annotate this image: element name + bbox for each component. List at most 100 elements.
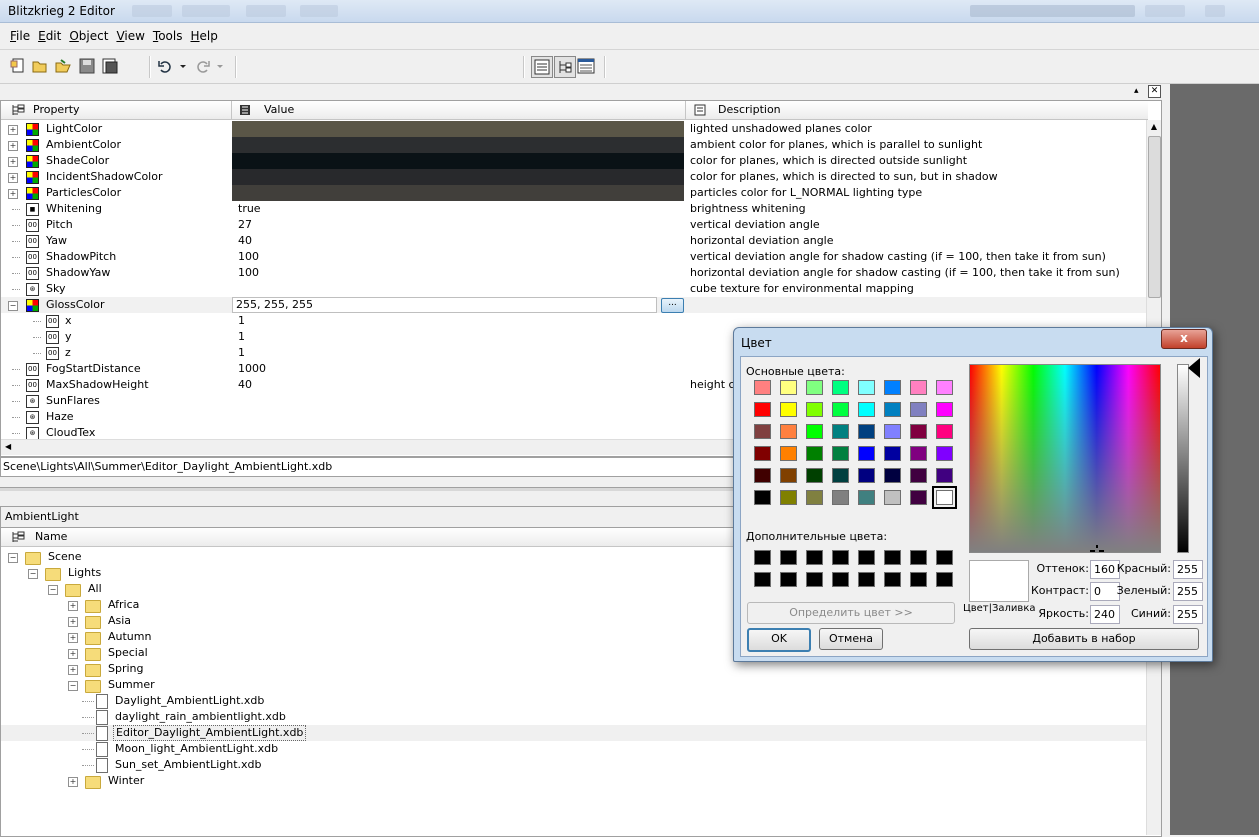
property-value[interactable]: 1 [238, 329, 245, 345]
property-row[interactable]: 00 ShadowPitch 100 vertical deviation angle… [1, 249, 1146, 265]
property-value[interactable]: true [238, 201, 261, 217]
color-value-swatch[interactable] [232, 169, 684, 185]
red-input[interactable]: 255 [1173, 560, 1203, 579]
basic-color-swatch[interactable] [910, 402, 927, 417]
basic-color-swatch[interactable] [832, 402, 849, 417]
basic-color-swatch[interactable] [884, 424, 901, 439]
tree-file-item[interactable]: Sun_set_AmbientLight.xdb [1, 757, 1146, 773]
menu-item-1[interactable]: Edit [34, 23, 65, 50]
color-value-swatch[interactable] [232, 153, 684, 169]
basic-color-swatch[interactable] [780, 424, 797, 439]
expand-icon[interactable]: + [8, 189, 18, 199]
custom-color-swatch[interactable] [858, 572, 875, 587]
property-value[interactable]: 27 [238, 217, 252, 233]
basic-color-swatch[interactable] [806, 490, 823, 505]
basic-color-swatch[interactable] [858, 468, 875, 483]
property-value[interactable]: 1 [238, 313, 245, 329]
basic-color-swatch[interactable] [884, 468, 901, 483]
basic-color-swatch[interactable] [910, 490, 927, 505]
basic-color-swatch[interactable] [806, 380, 823, 395]
cancel-button[interactable]: Отмена [819, 628, 883, 650]
basic-color-swatch[interactable] [806, 424, 823, 439]
basic-color-swatch[interactable] [754, 490, 771, 505]
basic-color-swatch[interactable] [858, 380, 875, 395]
scroll-left-icon[interactable]: ◀ [5, 442, 11, 451]
custom-color-swatch[interactable] [910, 550, 927, 565]
property-value[interactable]: 1 [238, 345, 245, 361]
basic-color-swatch[interactable] [858, 402, 875, 417]
custom-color-swatch[interactable] [936, 550, 953, 565]
tree-folder-item[interactable]: + Winter [1, 773, 1146, 789]
custom-color-swatch[interactable] [832, 550, 849, 565]
ok-button[interactable]: OK [747, 628, 811, 652]
custom-color-swatch[interactable] [884, 572, 901, 587]
basic-color-swatch[interactable] [858, 446, 875, 461]
save-icon[interactable] [79, 58, 95, 74]
tree-folder-item[interactable]: − Summer [1, 677, 1146, 693]
basic-color-swatch[interactable] [910, 424, 927, 439]
basic-color-swatch[interactable] [910, 446, 927, 461]
tree-folder-item[interactable]: + Spring [1, 661, 1146, 677]
menu-item-4[interactable]: Tools [149, 23, 187, 50]
panel-pin-icon[interactable]: ▴ [1134, 86, 1144, 96]
basic-color-swatch[interactable] [884, 402, 901, 417]
basic-color-swatch[interactable] [754, 380, 771, 395]
define-color-button[interactable]: Определить цвет >> [747, 602, 955, 624]
tree-file-item[interactable]: Moon_light_AmbientLight.xdb [1, 741, 1146, 757]
basic-color-swatch[interactable] [932, 486, 957, 509]
scroll-thumb[interactable] [1148, 136, 1161, 298]
expand-icon[interactable]: + [8, 157, 18, 167]
custom-color-swatch[interactable] [780, 572, 797, 587]
column-header-value[interactable]: Value [232, 101, 686, 120]
basic-color-swatch[interactable] [832, 380, 849, 395]
redo-dropdown-icon[interactable] [215, 58, 225, 74]
color-value-swatch[interactable] [232, 121, 684, 137]
collapse-icon[interactable]: − [68, 681, 78, 691]
open-folder-icon[interactable] [55, 58, 71, 74]
custom-color-swatch[interactable] [936, 572, 953, 587]
browse-button[interactable]: ... [661, 298, 684, 313]
basic-color-swatch[interactable] [780, 468, 797, 483]
basic-color-swatch[interactable] [832, 490, 849, 505]
basic-color-swatch[interactable] [754, 468, 771, 483]
scroll-up-icon[interactable]: ▲ [1149, 122, 1159, 134]
color-spectrum[interactable] [969, 364, 1161, 553]
menu-item-3[interactable]: View [112, 23, 148, 50]
custom-color-swatch[interactable] [910, 572, 927, 587]
property-row[interactable]: ⊛ Sky cube texture for environmental mappi… [1, 281, 1146, 297]
new-icon[interactable] [10, 58, 26, 74]
tree-file-item[interactable]: daylight_rain_ambientlight.xdb [1, 709, 1146, 725]
color-value-swatch[interactable] [232, 137, 684, 153]
basic-color-swatch[interactable] [936, 424, 953, 439]
menu-item-0[interactable]: File [6, 23, 34, 50]
panel-close-icon[interactable]: ✕ [1148, 85, 1161, 98]
collapse-icon[interactable]: − [8, 553, 18, 563]
basic-color-swatch[interactable] [936, 468, 953, 483]
luminance-arrow-icon[interactable] [1188, 358, 1200, 378]
view-list-icon[interactable] [531, 56, 553, 78]
basic-color-swatch[interactable] [754, 402, 771, 417]
undo-icon[interactable] [157, 58, 173, 74]
property-row[interactable]: − GlossColor 255, 255, 255... [1, 297, 1146, 313]
property-row[interactable]: 00 ShadowYaw 100 horizontal deviation angle… [1, 265, 1146, 281]
custom-color-swatch[interactable] [754, 572, 771, 587]
basic-color-swatch[interactable] [832, 424, 849, 439]
collapse-icon[interactable]: − [8, 301, 18, 311]
expand-icon[interactable]: + [8, 125, 18, 135]
column-header-description[interactable]: Description [686, 101, 1148, 120]
redo-icon[interactable] [195, 58, 211, 74]
custom-color-swatch[interactable] [806, 550, 823, 565]
menu-item-2[interactable]: Object [65, 23, 112, 50]
basic-color-swatch[interactable] [858, 424, 875, 439]
property-row[interactable]: + ParticlesColor particles color for L_NOR… [1, 185, 1146, 201]
custom-color-swatch[interactable] [806, 572, 823, 587]
property-row[interactable]: + AmbientColor ambient color for planes, w… [1, 137, 1146, 153]
close-icon[interactable]: x [1161, 329, 1207, 349]
custom-color-swatch[interactable] [754, 550, 771, 565]
basic-color-swatch[interactable] [910, 380, 927, 395]
property-value[interactable]: 255, 255, 255 [232, 297, 657, 313]
basic-color-swatch[interactable] [806, 402, 823, 417]
property-row[interactable]: + IncidentShadowColor color for planes, wh… [1, 169, 1146, 185]
custom-color-swatch[interactable] [884, 550, 901, 565]
custom-color-swatch[interactable] [858, 550, 875, 565]
